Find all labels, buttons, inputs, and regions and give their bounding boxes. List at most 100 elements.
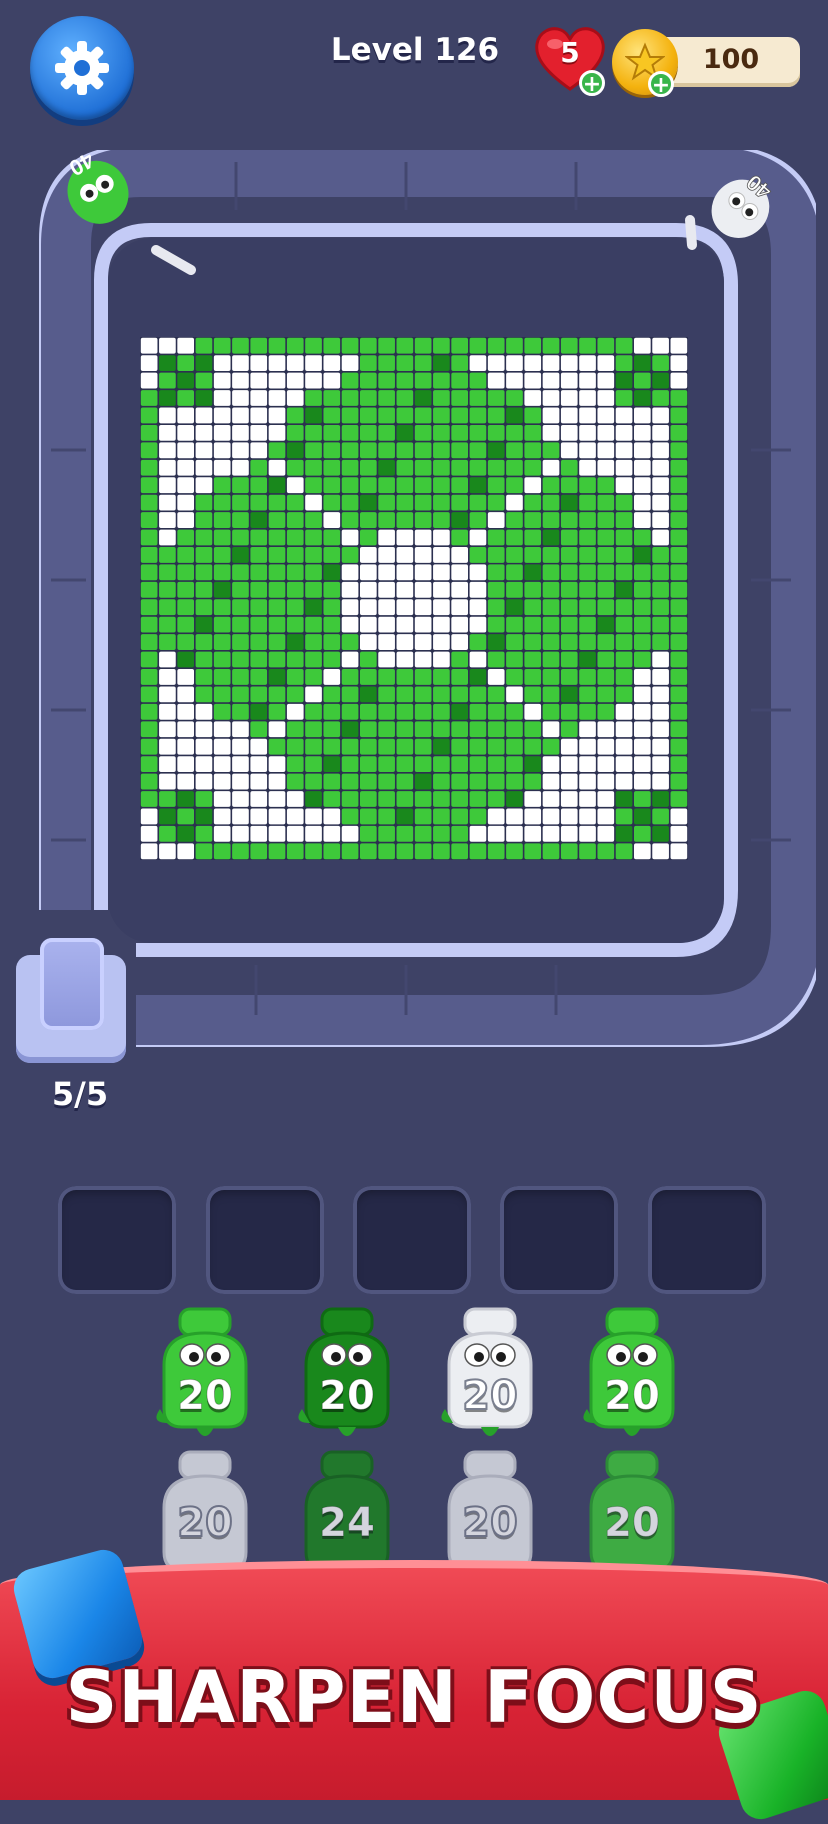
pixel-cell [579, 791, 596, 807]
pixel-cell [469, 669, 487, 685]
pixel-cell [341, 581, 359, 598]
waiting-slot[interactable] [648, 1186, 766, 1294]
gear-icon [55, 41, 109, 95]
pixel-cell [487, 669, 505, 685]
pixel-cell [323, 581, 341, 598]
pixel-cell [597, 651, 615, 668]
pixel-cell [560, 686, 578, 703]
pixel-cell [286, 756, 304, 773]
pixel-cell [487, 808, 505, 825]
pixel-cell [469, 825, 487, 842]
pixel-cell [560, 477, 578, 494]
add-lives-button[interactable]: + [579, 70, 605, 97]
pixel-cell [177, 355, 194, 372]
pixel-cell [524, 477, 542, 494]
pixel-cell [396, 494, 414, 511]
pixel-cell [232, 529, 249, 546]
pixel-cell [250, 547, 268, 563]
shooter-dark-green[interactable]: 20 [292, 1305, 402, 1445]
pixel-cell [652, 547, 669, 563]
settings-button[interactable] [30, 16, 134, 120]
pixel-cell [615, 808, 633, 825]
pixel-cell [506, 651, 523, 668]
pixel-cell [560, 529, 578, 546]
pixel-cell [560, 512, 578, 528]
pixel-cell [414, 477, 432, 494]
waiting-slot[interactable] [206, 1186, 324, 1294]
pixel-cell [560, 372, 578, 389]
pixel-cell [323, 547, 341, 563]
pixel-cell [286, 581, 304, 598]
pixel-cell [268, 355, 286, 372]
pixel-cell [670, 547, 688, 563]
pixel-cell [652, 599, 669, 616]
pixel-cell [487, 686, 505, 703]
pixel-cell [360, 390, 377, 406]
waiting-slot[interactable] [353, 1186, 471, 1294]
waiting-slot[interactable] [500, 1186, 618, 1294]
pixel-cell [469, 424, 487, 441]
pixel-cell [652, 459, 669, 476]
pixel-cell [378, 651, 395, 668]
pixel-cell [378, 581, 395, 598]
pixel-cell [195, 390, 213, 406]
pixel-cell [250, 407, 268, 424]
pixel-cell [670, 529, 688, 546]
pixel-cell [213, 529, 231, 546]
pixel-cell [433, 512, 450, 528]
pixel-cell [177, 459, 194, 476]
pixel-cell [213, 564, 231, 581]
pixel-cell [469, 407, 487, 424]
pixel-cell [652, 477, 669, 494]
pixel-cell [560, 547, 578, 563]
pixel-cell [250, 337, 268, 354]
pixel-cell [634, 738, 651, 755]
pixel-cell [378, 634, 395, 650]
pixel-cell [433, 651, 450, 668]
pixel-cell [506, 424, 523, 441]
pixel-cell [268, 581, 286, 598]
pixel-cell [542, 529, 560, 546]
add-coins-button[interactable]: + [648, 71, 674, 98]
pixel-cell [213, 459, 231, 476]
pixel-cell [433, 686, 450, 703]
pixel-cell [560, 634, 578, 650]
pixel-cell [140, 407, 158, 424]
pixel-cell [378, 529, 395, 546]
level-title: Level 126 [330, 32, 500, 68]
pixel-cell [305, 564, 322, 581]
pixel-cell [286, 529, 304, 546]
shooter-light-green[interactable]: 20 [150, 1305, 260, 1445]
pixel-cell [524, 773, 542, 790]
waiting-slot[interactable] [58, 1186, 176, 1294]
pixel-cell [542, 337, 560, 354]
pixel-cell [177, 808, 194, 825]
pixel-cell [286, 564, 304, 581]
pixel-cell [615, 599, 633, 616]
pixel-cell [414, 651, 432, 668]
pixel-cell [451, 703, 468, 720]
pixel-cell [451, 721, 468, 738]
pixel-cell [140, 581, 158, 598]
pixel-cell [579, 547, 596, 563]
pixel-cell [670, 616, 688, 633]
pixel-cell [542, 738, 560, 755]
pixel-cell [414, 825, 432, 842]
pixel-cell [469, 547, 487, 563]
pixel-cell [341, 512, 359, 528]
pixel-cell [652, 564, 669, 581]
pixel-cell [159, 738, 176, 755]
shooter-light-green[interactable]: 20 [577, 1305, 687, 1445]
pixel-cell [433, 494, 450, 511]
pixel-cell [542, 512, 560, 528]
banner-title: SHARPEN FOCUS [65, 1655, 763, 1739]
pixel-cell [213, 843, 231, 860]
pixel-cell [433, 669, 450, 685]
pixel-cell [524, 407, 542, 424]
pixel-cell [360, 355, 377, 372]
pixel-cell [305, 599, 322, 616]
pixel-cell [159, 494, 176, 511]
pixel-cell [634, 669, 651, 685]
shooter-white[interactable]: 20 [435, 1305, 545, 1445]
pixel-cell [360, 703, 377, 720]
